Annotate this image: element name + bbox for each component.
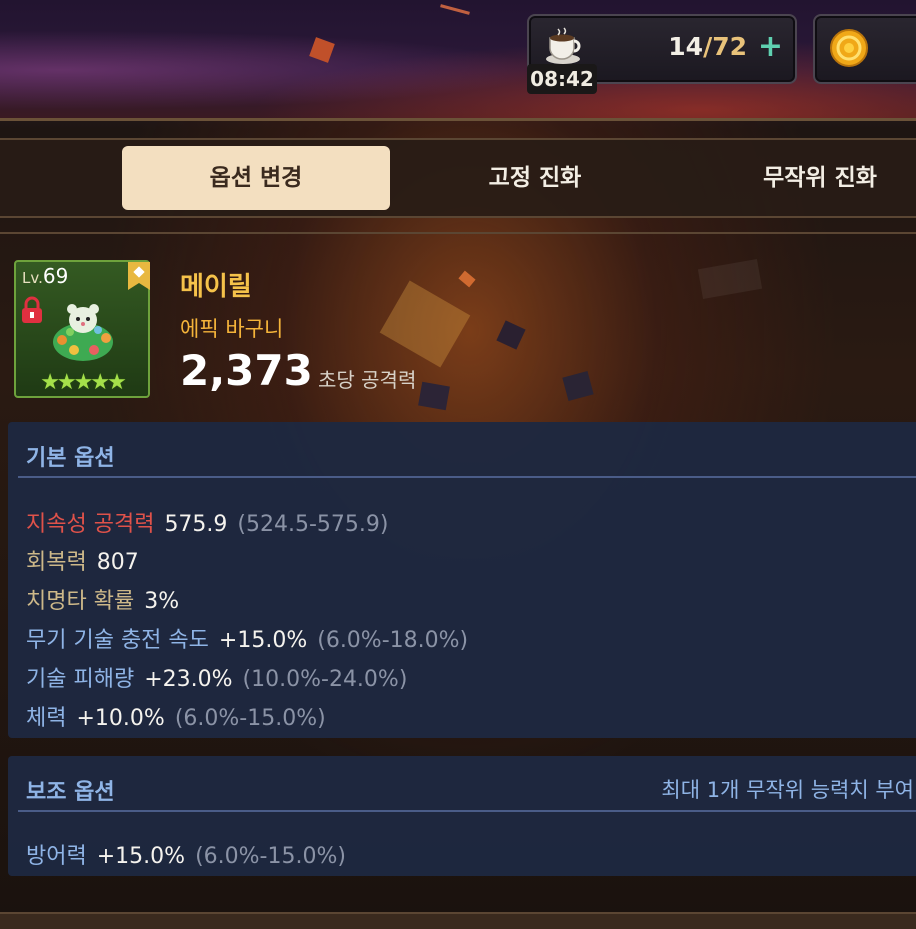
option-row: 무기 기술 충전 속도 +15.0% (6.0%-18.0%) [26, 622, 468, 654]
ember-decoration [440, 4, 470, 15]
option-row: 지속성 공격력 575.9 (524.5-575.9) [26, 506, 389, 538]
stamina-current: 14 [668, 32, 704, 61]
option-name: 치명타 확률 [26, 589, 135, 614]
ember-decoration [458, 270, 476, 288]
stamina-max: 72 [712, 32, 747, 61]
option-row: 방어력 +15.0% (6.0%-15.0%) [26, 838, 346, 870]
sub-options-divider [18, 810, 916, 812]
option-value: +23.0% [144, 667, 233, 692]
option-range: (6.0%-18.0%) [317, 628, 469, 653]
option-range: (6.0%-15.0%) [195, 844, 346, 869]
option-value: 807 [96, 550, 139, 575]
tab-fixed-evolution[interactable]: 고정 진화 [420, 146, 650, 210]
tab-bar: 옵션 변경 고정 진화 무작위 진화 [0, 138, 916, 218]
sub-options-note: 최대 1개 무작위 능력치 부여 [661, 778, 914, 802]
lock-icon[interactable] [20, 296, 44, 324]
option-range: (10.0%-24.0%) [242, 667, 408, 692]
ember-decoration [697, 259, 763, 299]
option-row: 체력 +10.0% (6.0%-15.0%) [26, 700, 326, 732]
sub-options-panel: 보조 옵션 최대 1개 무작위 능력치 부여 방어력 +15.0% (6.0%-15… [8, 756, 916, 876]
hero-star-rating: ★★★★★ [40, 370, 127, 395]
stamina-count: 14/72 [668, 32, 747, 61]
option-row: 치명타 확률 3% [26, 583, 179, 615]
tab-random-evolution[interactable]: 무작위 진화 [700, 146, 916, 210]
hero-name: 메이릴 [180, 272, 252, 302]
basic-options-panel: 기본 옵션 지속성 공격력 575.9 (524.5-575.9) 회복력 807 치… [8, 422, 916, 738]
stamina-timer: 08:42 [527, 64, 597, 94]
option-row: 회복력 807 [26, 544, 139, 576]
hero-level: Lv.69 [22, 264, 69, 288]
option-name: 지속성 공격력 [26, 512, 155, 537]
ember-decoration [496, 320, 526, 350]
option-value: +10.0% [76, 706, 165, 731]
option-name: 기술 피해량 [26, 667, 135, 692]
option-value: 575.9 [164, 512, 228, 537]
tab-option-change[interactable]: 옵션 변경 [122, 146, 390, 210]
basket-creature-icon [53, 304, 113, 361]
ember-decoration [379, 280, 471, 368]
option-name: 체력 [26, 706, 67, 731]
stamina-separator: / [703, 32, 713, 61]
sub-options-header: 보조 옵션 [26, 780, 115, 805]
hero-portrait[interactable]: Lv.69 ★★★★★ [14, 260, 150, 398]
option-range: (524.5-575.9) [237, 512, 389, 537]
basic-options-header: 기본 옵션 [26, 446, 115, 471]
option-value: 3% [144, 589, 180, 614]
option-value: +15.0% [218, 628, 308, 653]
coin-display[interactable] [813, 14, 916, 84]
coffee-cup-icon [546, 27, 581, 64]
ember-decoration [418, 381, 450, 411]
ember-decoration [562, 371, 594, 401]
bookmark-icon [128, 262, 150, 290]
option-range: (6.0%-15.0%) [174, 706, 326, 731]
basic-options-divider [18, 476, 916, 478]
bottom-panel-edge [0, 912, 916, 929]
option-name: 회복력 [26, 550, 87, 575]
option-value: +15.0% [96, 844, 186, 869]
hero-attack-power: 2,373 [180, 346, 313, 395]
add-stamina-button[interactable]: + [758, 32, 783, 62]
hero-rarity: 에픽 바구니 [180, 317, 284, 341]
option-name: 방어력 [26, 844, 87, 869]
option-row: 기술 피해량 +23.0% (10.0%-24.0%) [26, 661, 407, 693]
hero-attack-power-label: 초당 공격력 [318, 368, 417, 392]
ember-decoration [309, 37, 335, 63]
option-name: 무기 기술 충전 속도 [26, 628, 209, 653]
gold-coin-icon [830, 29, 868, 67]
